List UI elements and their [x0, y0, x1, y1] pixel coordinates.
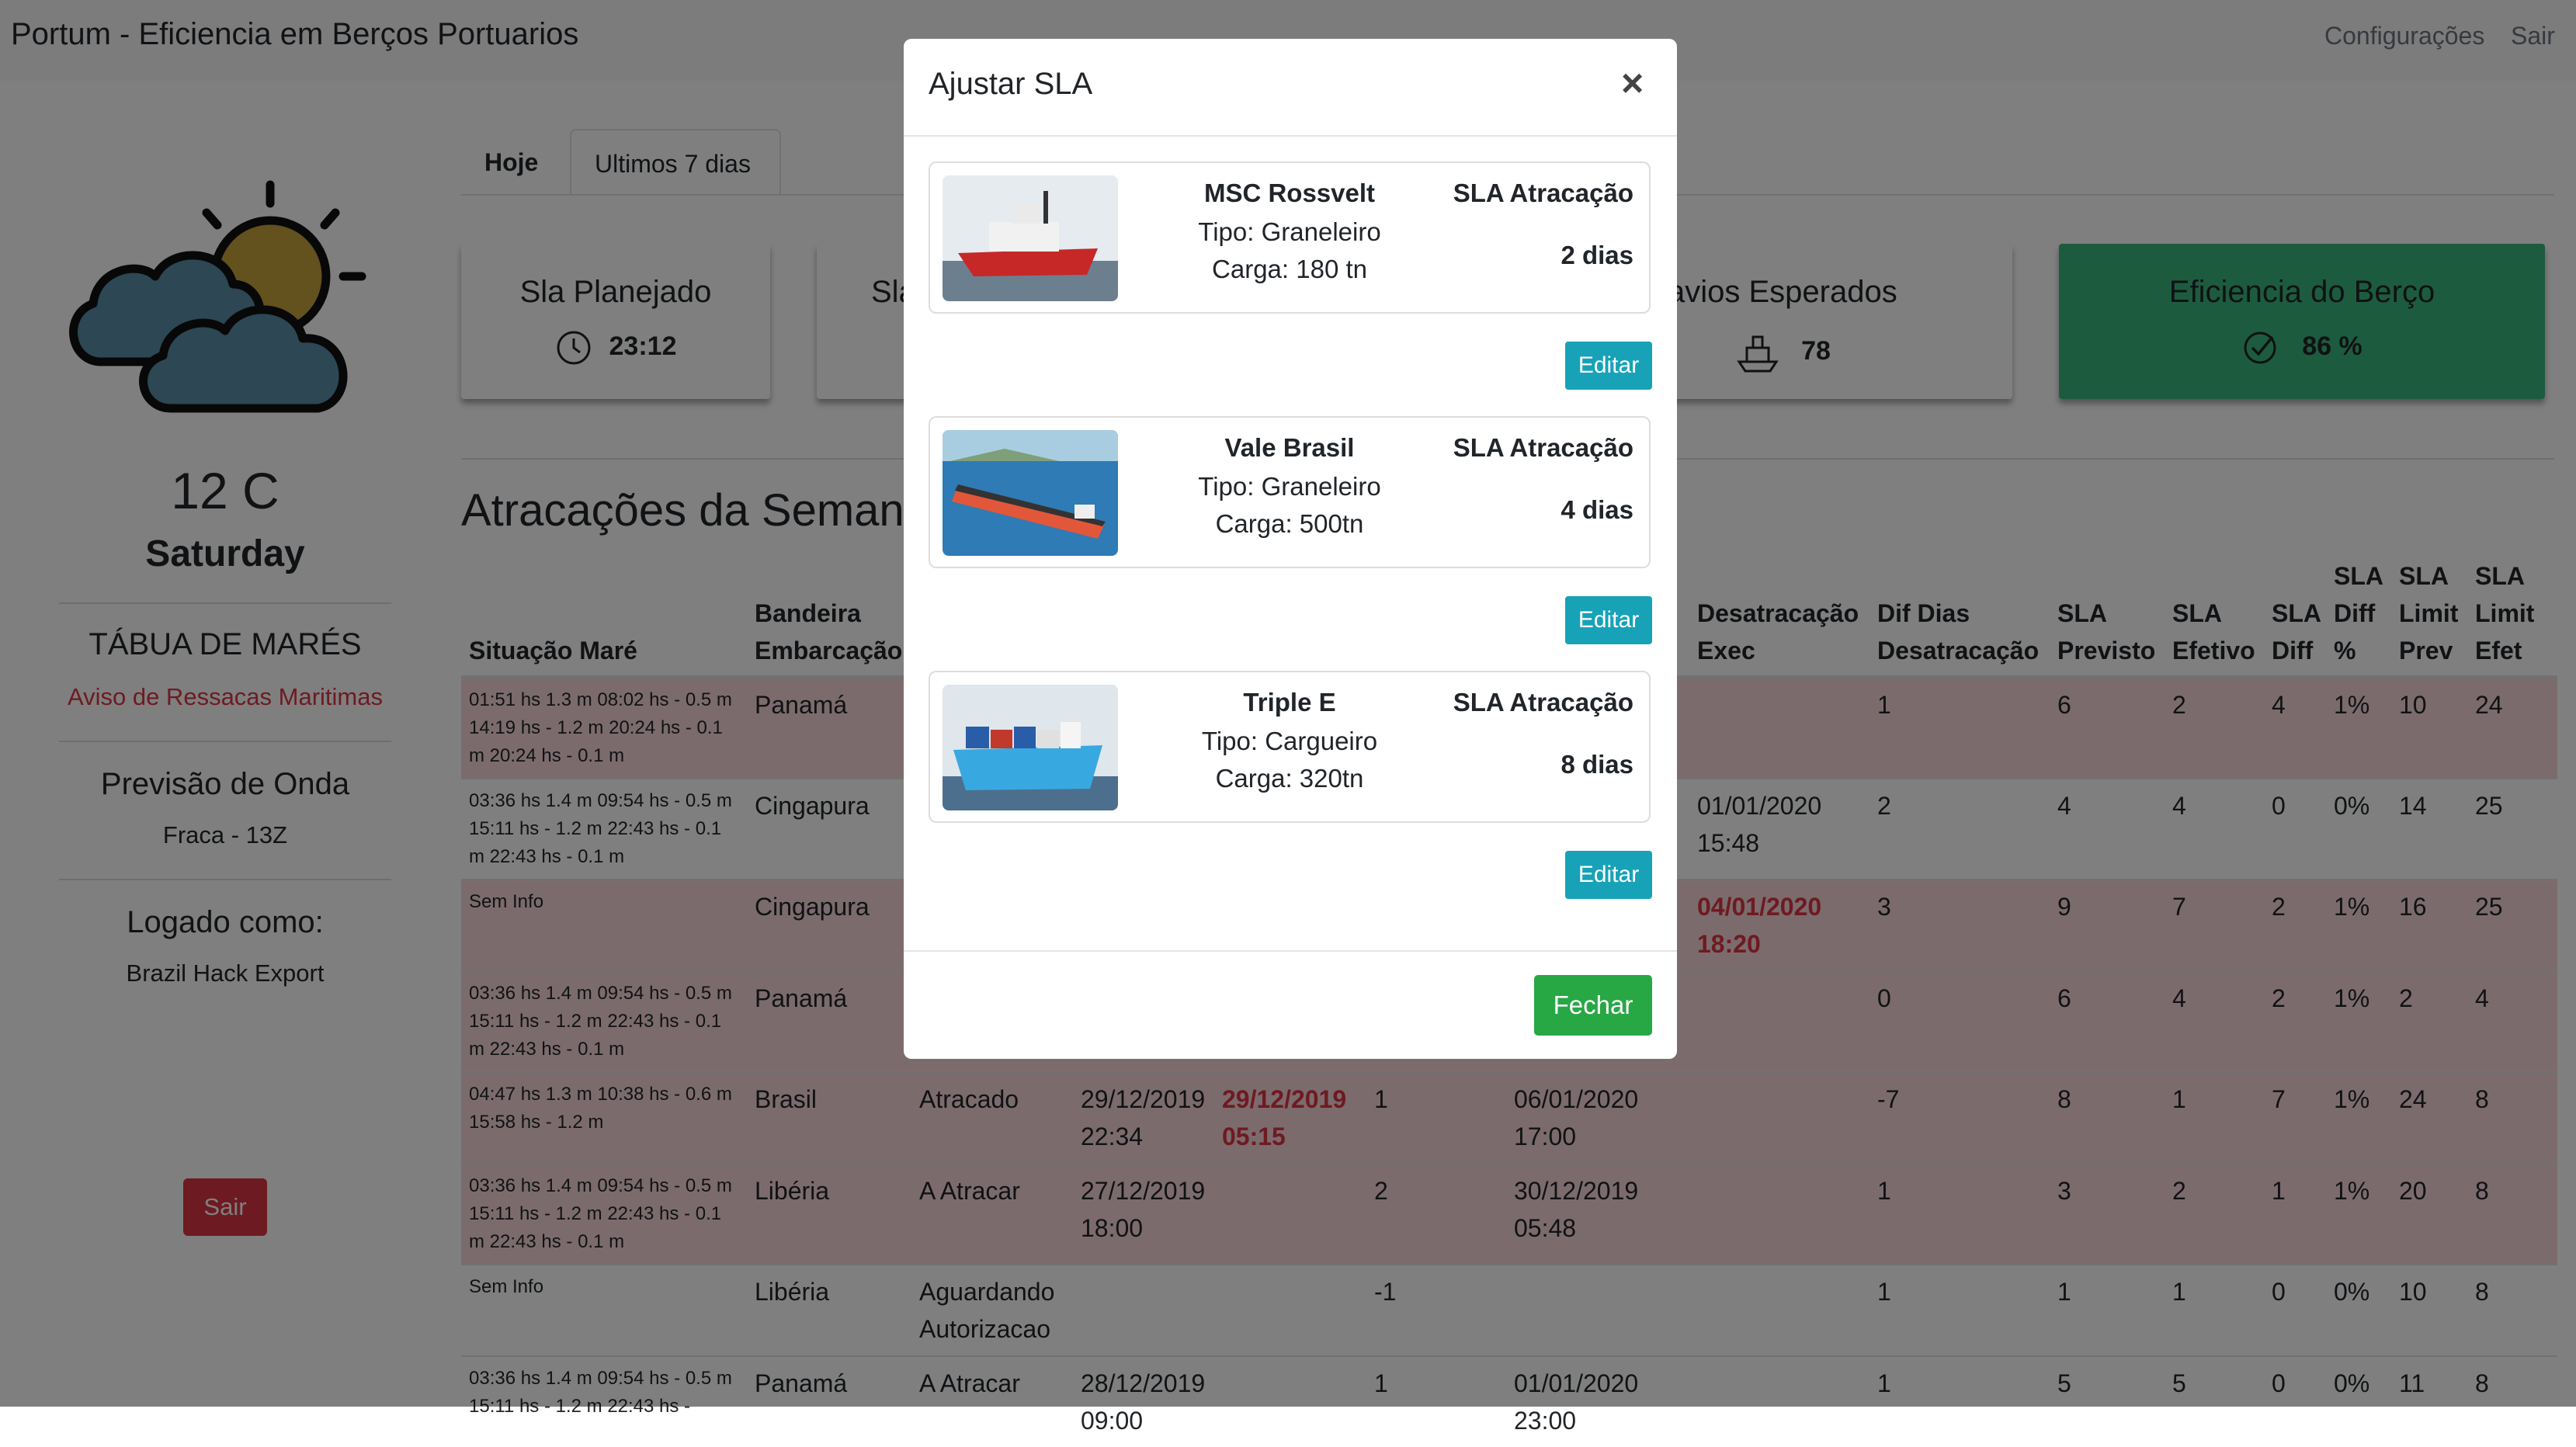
edit-button[interactable]: Editar [1565, 851, 1652, 899]
edit-button[interactable]: Editar [1565, 596, 1652, 644]
ship-card-msc-rossvelt: MSC Rossvelt Tipo: Graneleiro Carga: 180… [929, 161, 1651, 314]
container-ship-photo [943, 685, 1118, 810]
sla-label: SLA Atracação [1453, 179, 1633, 207]
ship-type: Tipo: Graneleiro [1198, 472, 1381, 501]
supply-vessel-photo [943, 175, 1118, 301]
ship-type: Tipo: Graneleiro [1198, 217, 1381, 246]
ship-type: Tipo: Cargueiro [1201, 727, 1378, 755]
sla-value: 2 dias [1561, 241, 1633, 269]
ship-name: MSC Rossvelt [1203, 179, 1376, 207]
modal-footer-divider [904, 950, 1677, 952]
ship-name: Triple E [1243, 688, 1336, 717]
sla-value: 8 dias [1561, 750, 1633, 779]
ship-name: Vale Brasil [1224, 433, 1355, 462]
close-icon[interactable]: × [1621, 61, 1644, 106]
modal-header-divider [904, 135, 1677, 137]
ship-cargo: Carga: 500tn [1215, 509, 1364, 538]
sla-label: SLA Atracação [1453, 688, 1633, 717]
edit-button[interactable]: Editar [1565, 342, 1652, 390]
sla-label: SLA Atracação [1453, 433, 1633, 462]
modal-title: Ajustar SLA [929, 67, 1093, 101]
sla-modal: Ajustar SLA × MSC Rossvelt Tipo: Granele… [904, 39, 1677, 1059]
bulk-carrier-photo [943, 430, 1118, 556]
sla-value: 4 dias [1561, 495, 1633, 524]
ship-cargo: Carga: 320tn [1215, 764, 1364, 793]
ship-card-triple-e: Triple E Tipo: Cargueiro Carga: 320tn SL… [929, 671, 1651, 823]
ship-cargo: Carga: 180 tn [1212, 255, 1367, 283]
ship-card-vale-brasil: Vale Brasil Tipo: Graneleiro Carga: 500t… [929, 416, 1651, 568]
close-button[interactable]: Fechar [1534, 975, 1652, 1036]
